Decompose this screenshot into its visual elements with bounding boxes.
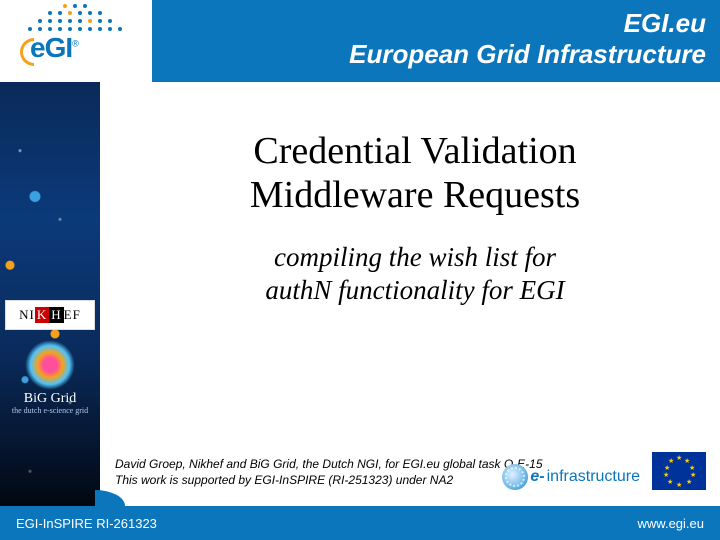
nikhef-h: H [49, 307, 63, 323]
credits-line-1: David Groep, Nikhef and BiG Grid, the Du… [115, 456, 543, 472]
org-name: EGI.eu [152, 8, 706, 39]
einfrastructure-logo: e-infrastructure [502, 464, 640, 490]
egi-logo-arc-icon [20, 38, 34, 66]
title-line-1: Credential Validation [253, 130, 576, 172]
egi-logo-text: eGI® [30, 32, 78, 64]
nikhef-ef: EF [64, 307, 81, 323]
egi-logo-letters: eGI [30, 32, 72, 63]
slide-title: Credential Validation Middleware Request… [120, 130, 710, 217]
egi-logo-dots-icon [20, 4, 130, 34]
main-content: Credential Validation Middleware Request… [120, 130, 710, 306]
header-banner: eGI® EGI.eu European Grid Infrastructure [0, 0, 720, 82]
partner-logos: NIKHEF BiG Grid the dutch e-science grid [0, 300, 100, 480]
footer-curve-icon [95, 490, 125, 506]
subtitle-line-2: authN functionality for EGI [265, 275, 564, 305]
einfra-prefix: e- [530, 468, 544, 486]
einfra-globe-icon [502, 464, 528, 490]
footer-left: EGI-InSPIRE RI-261323 [16, 516, 157, 531]
nikhef-k: K [35, 307, 49, 323]
credits-line-2: This work is supported by EGI-InSPIRE (R… [115, 472, 543, 488]
biggrid-name: BiG Grid [12, 392, 88, 407]
biggrid-sub: the dutch e-science grid [12, 407, 88, 415]
footer-bar: EGI-InSPIRE RI-261323 www.egi.eu [0, 506, 720, 540]
egi-logo-registered: ® [72, 39, 78, 49]
biggrid-burst-icon [25, 340, 75, 390]
biggrid-logo: BiG Grid the dutch e-science grid [12, 340, 88, 415]
org-tagline: European Grid Infrastructure [152, 39, 706, 70]
credits-text: David Groep, Nikhef and BiG Grid, the Du… [115, 456, 543, 488]
slide-subtitle: compiling the wish list for authN functi… [120, 241, 710, 306]
einfra-word: infrastructure [547, 468, 640, 486]
nikhef-ni: NI [19, 307, 35, 323]
title-line-2: Middleware Requests [250, 174, 580, 216]
footer-right: www.egi.eu [638, 516, 704, 531]
eu-flag-icon: ★ ★ ★ ★ ★ ★ ★ ★ ★ ★ [652, 452, 706, 490]
title-banner: EGI.eu European Grid Infrastructure [152, 0, 720, 82]
logo-area: eGI® [0, 0, 152, 82]
nikhef-logo: NIKHEF [5, 300, 95, 330]
subtitle-line-1: compiling the wish list for [274, 242, 556, 272]
